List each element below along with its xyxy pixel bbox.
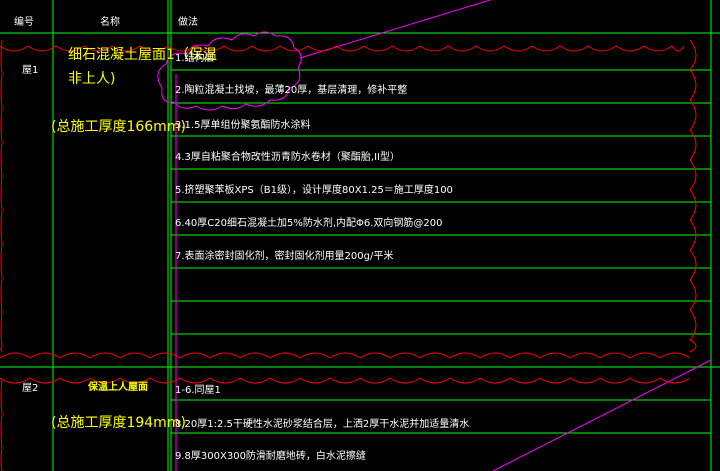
row1-step-6: 6.40厚C20细石混凝土加5%防水剂,内配Φ6.双向钢筋@200 xyxy=(175,218,443,229)
row1-step-4: 4.3厚自粘聚合物改性沥青防水卷材（聚酯胎,II型） xyxy=(175,152,400,163)
header-name: 名称 xyxy=(100,17,120,28)
row2-name: 保温上人屋面 xyxy=(88,382,148,393)
row1-step-2: 2.陶粒混凝土找坡，最薄20厚，基层清理，修补平整 xyxy=(175,85,408,96)
row1-name-line2: 非上人) xyxy=(68,71,116,87)
header-method: 做法 xyxy=(178,17,198,28)
row2-total-thickness: (总施工厚度194mm) xyxy=(51,415,186,431)
row2-step-2: 8.20厚1:2.5干硬性水泥砂浆结合层，上洒2厚干水泥并加适量清水 xyxy=(175,419,470,430)
row1-total-thickness: (总施工厚度166mm) xyxy=(51,119,186,135)
row2-number: 屋2 xyxy=(22,383,39,394)
header-number: 编号 xyxy=(14,17,34,28)
row1-number: 屋1 xyxy=(22,65,39,76)
row1-step-5: 5.挤塑聚苯板XPS（B1级），设计厚度80X1.25＝施工厚度100 xyxy=(175,185,453,196)
row2-step-3: 9.8厚300X300防滑耐磨地砖，白水泥擦缝 xyxy=(175,451,366,462)
magenta-revision-cloud xyxy=(157,31,302,111)
row1-step-7: 7.表面涂密封固化剂，密封固化剂用量200g/平米 xyxy=(175,251,394,262)
row2-step-1: 1-6.同屋1 xyxy=(175,385,221,396)
row1-step-1: 1.结构层 xyxy=(175,53,215,64)
row1-step-3: 3.1.5厚单组份聚氨酯防水涂料 xyxy=(175,120,311,131)
